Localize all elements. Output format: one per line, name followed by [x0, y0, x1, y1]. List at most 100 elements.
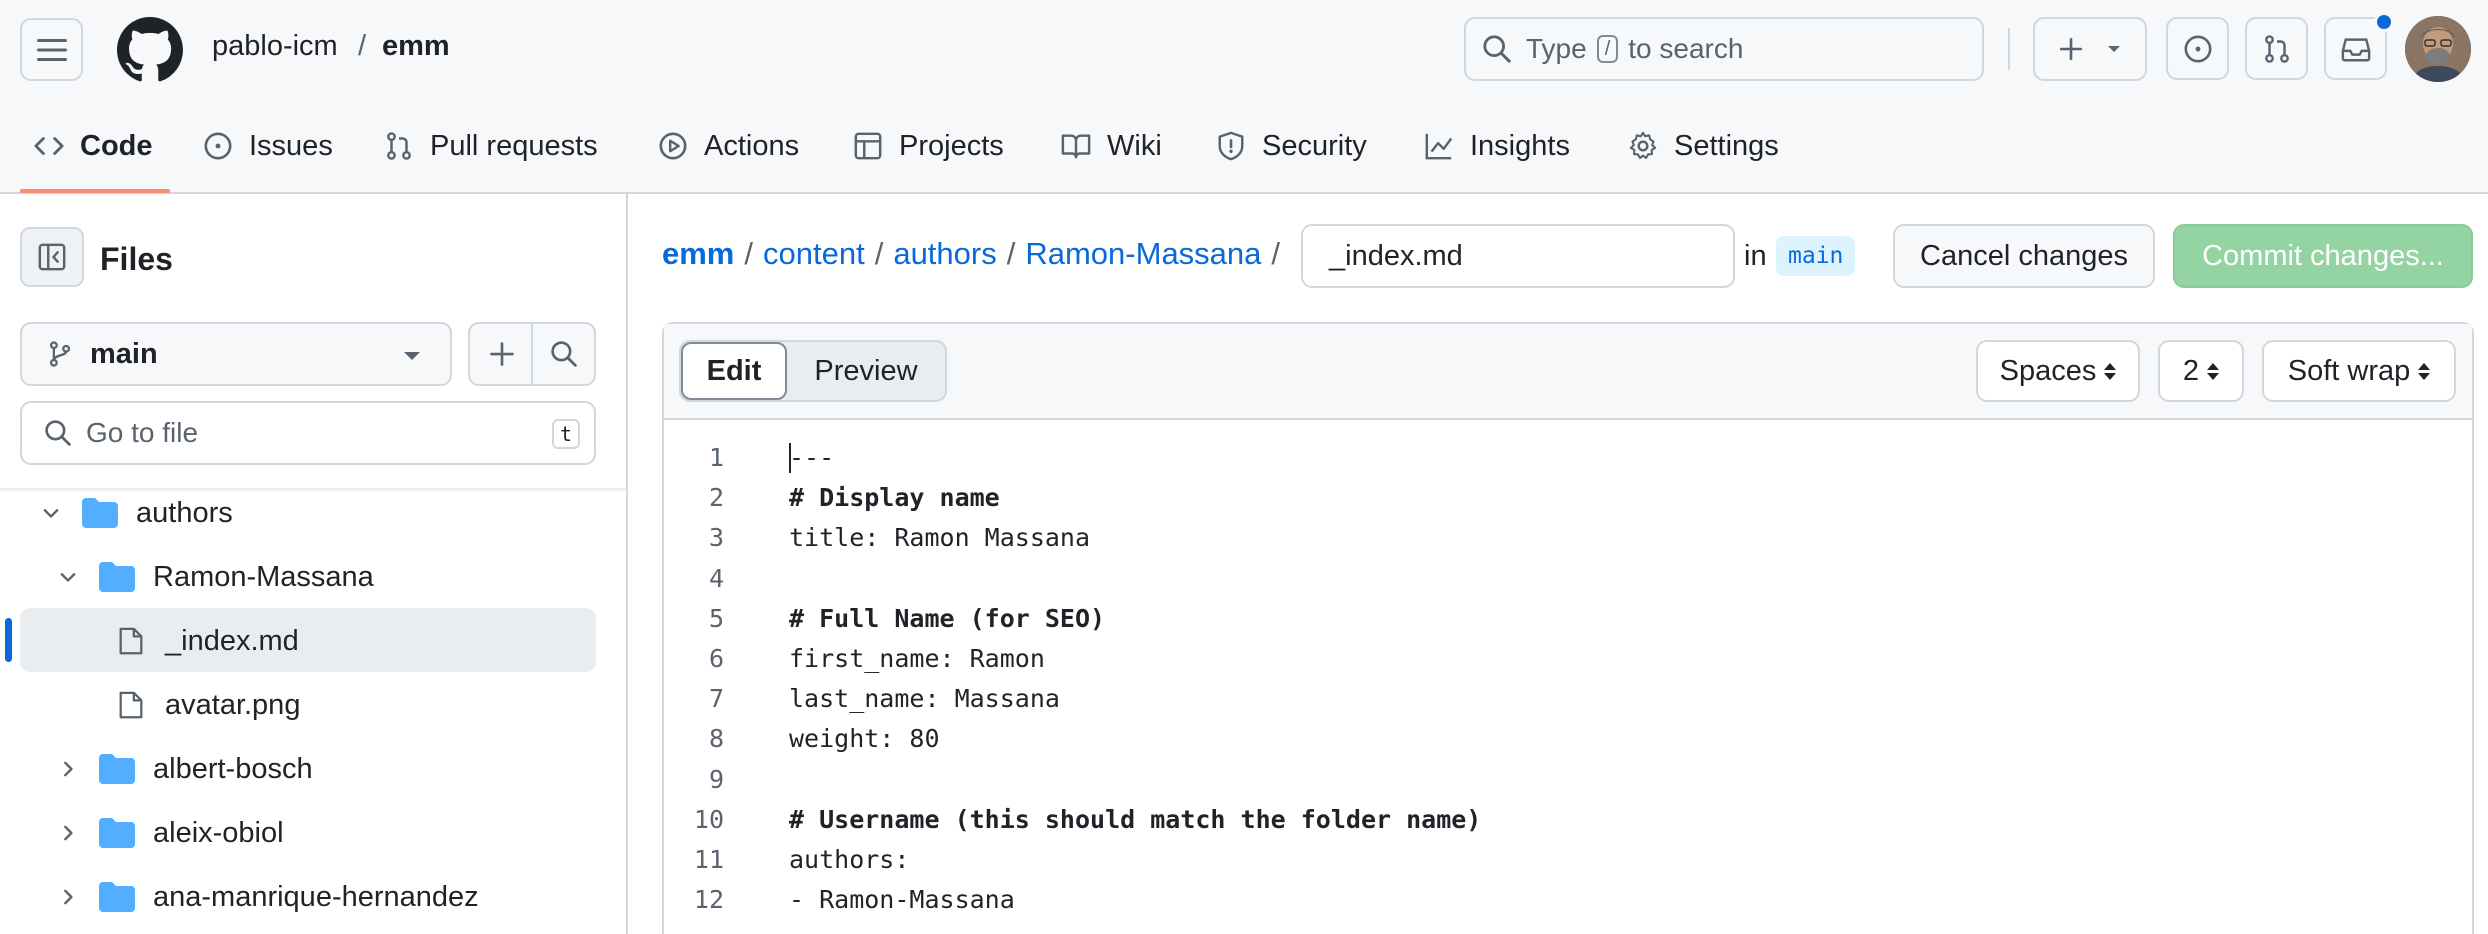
issues-shortcut-button[interactable]: [2166, 17, 2229, 80]
search-icon: [1483, 35, 1511, 63]
tree-item-file-selected[interactable]: _index.md: [117, 609, 299, 673]
commit-changes-button[interactable]: Commit changes...: [2173, 224, 2473, 288]
line-number: 8: [708, 724, 724, 753]
tree-item-folder[interactable]: ana-manrique-hernandez: [57, 865, 479, 929]
table-icon: [854, 132, 882, 160]
files-title: Files: [100, 241, 173, 277]
indent-size-select[interactable]: 2: [2158, 340, 2244, 402]
line-number: 5: [708, 604, 724, 633]
tree-item-label: Ramon-Massana: [153, 560, 374, 593]
code-line[interactable]: ---: [789, 443, 834, 472]
code-line[interactable]: # Display name: [789, 483, 1000, 512]
edit-tab[interactable]: Edit: [681, 342, 787, 400]
go-to-file-input[interactable]: Go to file t: [20, 401, 596, 465]
folder-icon: [82, 498, 118, 528]
branch-selector[interactable]: main: [20, 322, 452, 386]
tab-issues[interactable]: Issues: [203, 116, 333, 176]
folder-icon: [99, 562, 135, 592]
tree-item-label: _index.md: [165, 624, 299, 657]
tree-item-label: albert-bosch: [153, 752, 313, 785]
menu-button[interactable]: [20, 18, 83, 81]
select-arrows-icon: [2207, 362, 2220, 380]
github-logo-icon[interactable]: [117, 17, 183, 83]
hamburger-icon: [36, 38, 67, 61]
folder-icon: [99, 818, 135, 848]
add-file-button[interactable]: [488, 340, 516, 368]
tab-label: Insights: [1470, 129, 1570, 162]
preview-tab[interactable]: Preview: [787, 355, 945, 388]
breadcrumb-separator: /: [874, 236, 884, 271]
tree-item-folder[interactable]: Ramon-Massana: [57, 545, 374, 609]
tab-actions[interactable]: Actions: [658, 116, 799, 176]
search-files-button[interactable]: [550, 340, 578, 368]
sidebar-collapse-icon: [38, 243, 66, 271]
wrap-mode-select[interactable]: Soft wrap: [2262, 340, 2456, 402]
tab-insights[interactable]: Insights: [1424, 116, 1570, 176]
create-new-button[interactable]: [2033, 17, 2147, 81]
filename-input[interactable]: _index.md: [1301, 224, 1735, 288]
tab-label: Issues: [249, 129, 333, 162]
tree-item-label: aleix-obiol: [153, 816, 284, 849]
tab-wiki[interactable]: Wiki: [1061, 116, 1162, 176]
file-path-breadcrumb: emm / content / authors / Ramon-Massana …: [662, 236, 1280, 272]
breadcrumb-authors-link[interactable]: authors: [893, 236, 996, 272]
search-shortcut-key: /: [1596, 35, 1619, 63]
code-line[interactable]: authors:: [789, 845, 909, 874]
tab-pull-requests[interactable]: Pull requests: [384, 116, 598, 176]
code-line[interactable]: title: Ramon Massana: [789, 523, 1090, 552]
tree-item-folder[interactable]: aleix-obiol: [57, 801, 284, 865]
search-icon: [551, 341, 577, 367]
chevron-down-icon: [60, 573, 76, 582]
inbox-icon: [2341, 37, 2370, 61]
owner-link[interactable]: pablo-icm: [212, 30, 338, 63]
tree-item-label: ana-manrique-hernandez: [153, 880, 479, 913]
tree-item-folder[interactable]: albert-bosch: [57, 737, 313, 801]
code-line[interactable]: # Full Name (for SEO): [789, 604, 1105, 633]
code-line[interactable]: last_name: Massana: [789, 684, 1060, 713]
line-number: 9: [708, 765, 724, 794]
tab-settings[interactable]: Settings: [1628, 116, 1779, 176]
breadcrumb-folder-link[interactable]: Ramon-Massana: [1025, 236, 1261, 272]
triangle-down-icon: [2108, 46, 2120, 52]
collapse-sidebar-button[interactable]: [20, 227, 84, 287]
folder-icon: [99, 882, 135, 912]
code-line[interactable]: # Username (this should match the folder…: [789, 805, 1481, 834]
chevron-right-icon: [64, 761, 73, 777]
tab-security[interactable]: Security: [1216, 116, 1367, 176]
select-arrows-icon: [2418, 362, 2431, 380]
indent-mode-select[interactable]: Spaces: [1976, 340, 2140, 402]
code-line[interactable]: first_name: Ramon: [789, 644, 1045, 673]
tree-item-folder[interactable]: authors: [40, 481, 233, 545]
code-line[interactable]: - Ramon-Massana: [789, 885, 1015, 914]
code-line[interactable]: weight: 80: [789, 724, 940, 753]
indent-mode-value: Spaces: [1999, 354, 2097, 387]
go-to-file-shortcut-key: t: [551, 419, 580, 449]
indent-size-value: 2: [2182, 354, 2200, 387]
pull-requests-shortcut-button[interactable]: [2245, 17, 2308, 80]
breadcrumb-content-link[interactable]: content: [763, 236, 865, 272]
breadcrumb-repo-link[interactable]: emm: [662, 236, 734, 272]
tab-label: Projects: [899, 129, 1004, 162]
cancel-changes-button[interactable]: Cancel changes: [1893, 224, 2155, 288]
filename-value: _index.md: [1329, 239, 1463, 272]
search-suffix: to search: [1628, 33, 1744, 64]
line-number: 7: [708, 684, 724, 713]
line-number: 6: [708, 644, 724, 673]
edit-tab-label: Edit: [706, 354, 762, 387]
button-group-divider: [531, 322, 533, 386]
tree-item-file[interactable]: avatar.png: [117, 673, 300, 737]
search-input[interactable]: Type / to search: [1464, 17, 1984, 81]
plus-icon: [490, 342, 514, 366]
plus-icon: [2059, 37, 2083, 61]
shield-icon: [1218, 131, 1244, 161]
user-avatar[interactable]: [2405, 16, 2471, 82]
notification-dot: [2374, 12, 2394, 32]
line-number: 4: [708, 564, 724, 593]
tab-projects[interactable]: Projects: [853, 116, 1004, 176]
tab-code[interactable]: Code: [34, 116, 153, 176]
breadcrumb-separator: /: [744, 236, 753, 271]
tab-label: Settings: [1674, 129, 1779, 162]
repo-link[interactable]: emm: [382, 30, 450, 63]
preview-tab-label: Preview: [814, 354, 918, 387]
branch-name: main: [90, 337, 158, 370]
